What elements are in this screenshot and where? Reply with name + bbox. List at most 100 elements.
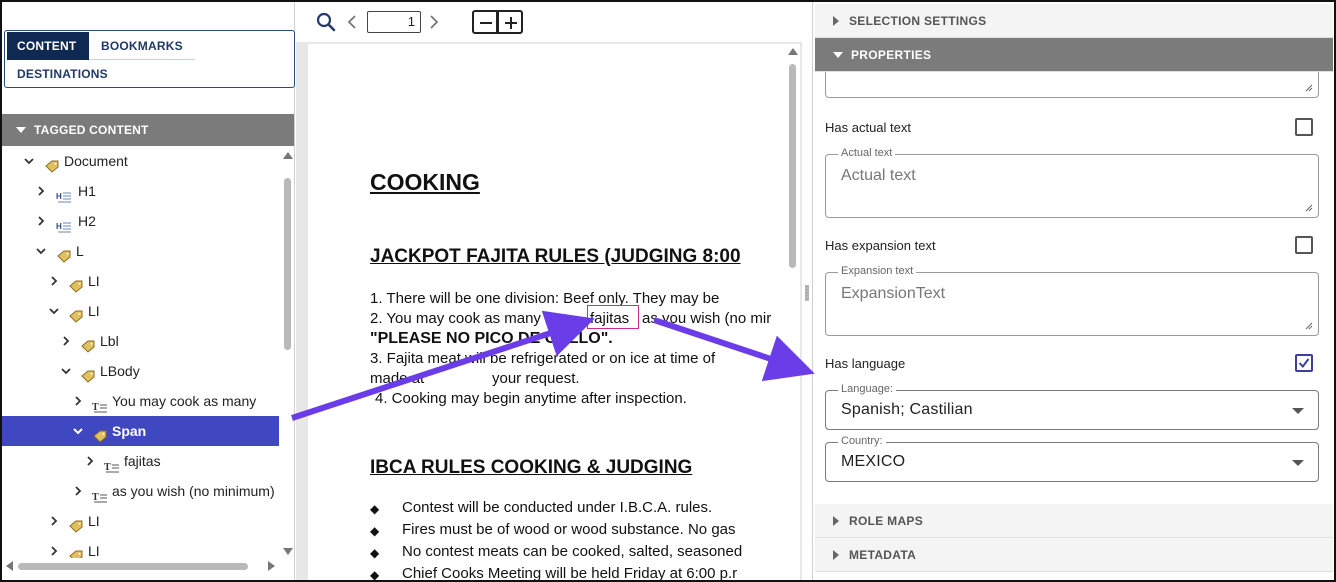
tree-item-lbody[interactable]: LBody — [2, 356, 282, 386]
next-page-icon[interactable] — [428, 14, 440, 35]
chevron-down-icon[interactable] — [59, 356, 73, 386]
tree-item-text-you-may-cook[interactable]: T You may cook as many — [2, 386, 282, 416]
tree-vertical-scrollbar[interactable] — [282, 150, 294, 560]
tagged-content-title: TAGGED CONTENT — [34, 123, 149, 137]
properties-accordion[interactable]: PROPERTIES — [815, 38, 1333, 72]
doc-section-heading: IBCA RULES COOKING & JUDGING — [370, 457, 693, 478]
selection-settings-accordion[interactable]: SELECTION SETTINGS — [815, 4, 1333, 38]
has-expansion-text-checkbox[interactable] — [1295, 236, 1313, 254]
tree-horizontal-scrollbar[interactable] — [4, 560, 284, 572]
tree-item-li[interactable]: LI — [2, 506, 282, 536]
truncated-textarea[interactable] — [825, 72, 1319, 98]
text-icon: T — [92, 484, 108, 503]
metadata-accordion[interactable]: METADATA — [815, 538, 1333, 572]
chevron-right-icon[interactable] — [47, 536, 61, 558]
tab-content[interactable]: CONTENT — [7, 32, 89, 60]
tree-item-lbl[interactable]: Lbl — [2, 326, 282, 356]
document-vertical-scrollbar[interactable] — [786, 44, 800, 580]
tree-item-label: L — [76, 243, 84, 259]
tagged-content-header[interactable]: TAGGED CONTENT — [2, 114, 294, 146]
chevron-down-icon[interactable] — [22, 146, 36, 176]
tree-item-label: Span — [112, 423, 147, 439]
right-splitter-handle[interactable] — [805, 285, 809, 301]
tree-item-span-selected[interactable]: Span — [2, 416, 279, 446]
plus-icon — [505, 17, 517, 29]
doc-section-heading: JACKPOT FAJITA RULES (JUDGING 8:00 — [370, 246, 741, 267]
tree-item-li[interactable]: LI — [2, 536, 282, 558]
dropdown-caret-icon[interactable] — [1292, 408, 1304, 414]
svg-text:T: T — [92, 402, 99, 413]
expand-triangle-icon — [833, 16, 839, 26]
actual-text-field[interactable]: Actual text Actual text — [825, 147, 1319, 218]
tree-item-text-fajitas[interactable]: T fajitas — [2, 446, 282, 476]
zoom-in-button[interactable] — [497, 10, 523, 34]
has-actual-text-checkbox[interactable] — [1295, 118, 1313, 136]
chevron-down-icon[interactable] — [47, 296, 61, 326]
expansion-text-field[interactable]: Expansion text ExpansionText — [825, 265, 1319, 336]
scroll-down-arrow-icon[interactable] — [283, 548, 293, 555]
tree-item-h2[interactable]: H H2 — [2, 206, 282, 236]
tag-icon — [80, 364, 96, 383]
scroll-right-arrow-icon[interactable] — [268, 561, 275, 571]
properties-content: Has actual text Actual text Actual text … — [815, 72, 1333, 504]
viewer-toolbar: 1 — [296, 2, 802, 42]
country-select[interactable]: Country: MEXICO — [825, 435, 1319, 482]
previous-page-icon[interactable] — [346, 14, 358, 35]
tree-item-li[interactable]: LI — [2, 266, 282, 296]
doc-bullet-item: Fires must be of wood or wood substance.… — [402, 521, 736, 538]
field-legend: Expansion text — [838, 265, 917, 277]
tree-item-label: Document — [64, 153, 128, 169]
chevron-down-icon[interactable] — [34, 236, 48, 266]
heading-icon: H — [56, 214, 72, 233]
doc-line: 4. Cooking may begin anytime after inspe… — [375, 390, 687, 407]
svg-text:T: T — [92, 492, 99, 503]
accordion-title: SELECTION SETTINGS — [849, 14, 987, 28]
tree-item-l[interactable]: L — [2, 236, 282, 266]
tag-icon — [80, 334, 96, 353]
expand-triangle-icon — [833, 550, 839, 560]
chevron-right-icon[interactable] — [83, 446, 97, 476]
left-panel: CONTENT BOOKMARKS DESTINATIONS TAGGED CO… — [2, 2, 295, 580]
accordion-title: PROPERTIES — [851, 48, 932, 62]
checkmark-icon — [1298, 358, 1310, 369]
scroll-thumb[interactable] — [789, 64, 796, 268]
scroll-thumb[interactable] — [284, 178, 291, 350]
page-number-input[interactable]: 1 — [367, 11, 421, 33]
tag-tree: Document H H1 H H2 L LI LI Lbl LBody T Y… — [2, 146, 284, 558]
chevron-right-icon[interactable] — [59, 326, 73, 356]
field-placeholder: Actual text — [841, 167, 916, 184]
search-icon[interactable] — [316, 12, 336, 37]
tree-item-document[interactable]: Document — [2, 146, 282, 176]
has-language-checkbox[interactable] — [1295, 354, 1313, 372]
tab-bookmarks[interactable]: BOOKMARKS — [91, 32, 193, 60]
tree-item-li-expanded[interactable]: LI — [2, 296, 282, 326]
chevron-right-icon[interactable] — [71, 476, 85, 506]
bullet-diamond-icon: ◆ — [370, 502, 380, 516]
scroll-up-arrow-icon[interactable] — [283, 152, 293, 159]
zoom-out-button[interactable] — [472, 10, 498, 34]
tree-item-h1[interactable]: H H1 — [2, 176, 282, 206]
role-maps-accordion[interactable]: ROLE MAPS — [815, 504, 1333, 538]
field-legend: Country: — [838, 435, 886, 447]
text-icon: T — [92, 394, 108, 413]
chevron-right-icon[interactable] — [47, 506, 61, 536]
doc-bullet-item: No contest meats can be cooked, salted, … — [402, 543, 743, 560]
has-actual-text-label: Has actual text — [825, 120, 911, 135]
tree-item-text-as-you-wish[interactable]: T as you wish (no minimum) — [2, 476, 282, 506]
language-select[interactable]: Language: Spanish; Castilian — [825, 383, 1319, 430]
chevron-right-icon[interactable] — [34, 206, 48, 236]
doc-bullet-item: Chief Cooks Meeting will be held Friday … — [402, 565, 738, 580]
chevron-right-icon[interactable] — [34, 176, 48, 206]
chevron-right-icon[interactable] — [47, 266, 61, 296]
tree-item-label: LI — [88, 303, 100, 319]
chevron-right-icon[interactable] — [71, 386, 85, 416]
scroll-up-arrow-icon[interactable] — [788, 48, 798, 55]
tree-item-label: H2 — [78, 213, 96, 229]
chevron-down-icon[interactable] — [71, 416, 85, 446]
scroll-thumb[interactable] — [18, 563, 248, 570]
doc-line-bold: "PLEASE NO PICO DE GALLO". — [370, 330, 613, 347]
scroll-left-arrow-icon[interactable] — [6, 561, 13, 571]
dropdown-caret-icon[interactable] — [1292, 460, 1304, 466]
tab-destinations[interactable]: DESTINATIONS — [7, 60, 118, 88]
doc-line: 1. There will be one division: Beef only… — [370, 290, 720, 307]
